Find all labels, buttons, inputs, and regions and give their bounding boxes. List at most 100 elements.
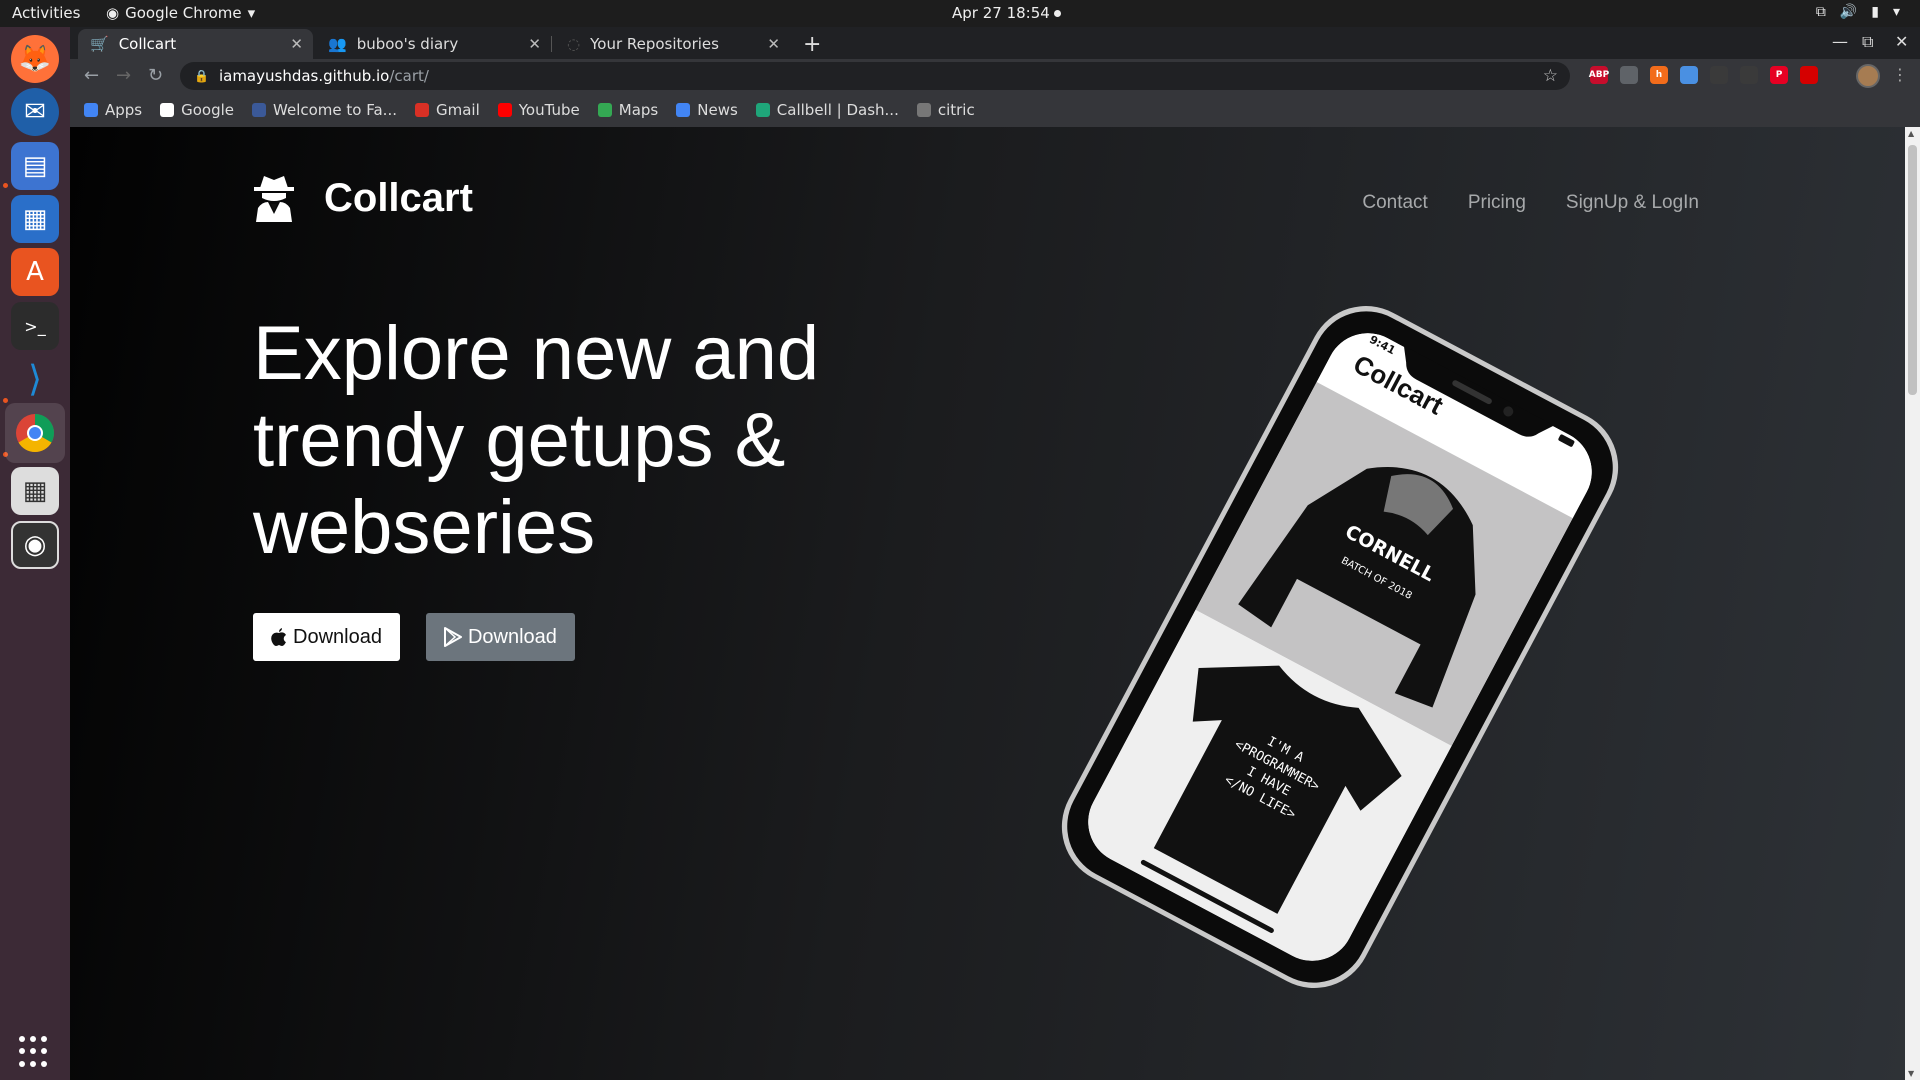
lock-icon: 🔒	[194, 69, 209, 83]
close-icon[interactable]: ✕	[290, 35, 303, 53]
app-menu-label: Google Chrome	[125, 4, 242, 22]
cloud-icon[interactable]	[1740, 66, 1758, 84]
terminal-icon[interactable]: >_	[11, 302, 59, 350]
tab-strip: 🛒 Collcart ✕ 👥 buboo's diary ✕ ◌ Your Re…	[70, 27, 1920, 59]
browser-window: 🛒 Collcart ✕ 👥 buboo's diary ✕ ◌ Your Re…	[70, 27, 1920, 1080]
hero-line: trendy getups &	[253, 398, 786, 483]
brand-name: Collcart	[324, 175, 473, 220]
clock-text: Apr 27 18:54	[952, 4, 1050, 22]
nav-contact[interactable]: Contact	[1362, 192, 1427, 214]
browser-toolbar: ← → ↻ 🔒 iamayushdas.github.io/cart/ ☆ AB…	[70, 59, 1920, 93]
bookmark-item[interactable]: Gmail	[415, 101, 480, 119]
reload-icon[interactable]: ↻	[148, 65, 163, 86]
bookmark-item[interactable]: News	[676, 101, 738, 119]
page-scrollbar[interactable]: ▲ ▼	[1905, 127, 1920, 1080]
url-host: iamayushdas.github.io	[218, 67, 390, 85]
tab-buboo[interactable]: 👥 buboo's diary ✕	[316, 29, 552, 59]
top-nav: Contact Pricing SignUp & LogIn	[1362, 192, 1699, 214]
loading-icon: ◌	[567, 35, 581, 53]
scrollbar-thumb[interactable]	[1908, 145, 1917, 395]
bookmark-item[interactable]: Apps	[84, 101, 142, 119]
close-icon[interactable]: ✕	[767, 35, 780, 53]
spy-icon	[252, 174, 296, 222]
bookmark-label: News	[697, 101, 738, 119]
hero-line: Explore new and	[253, 311, 820, 396]
globe-icon[interactable]	[1680, 66, 1698, 84]
phone-mockup: CORNELL BATCH OF 2018 I'M A <PROGRAMMER>…	[1061, 306, 1619, 988]
bookmark-label: Callbell | Dash...	[776, 101, 899, 119]
apple-icon	[271, 628, 286, 646]
writer-icon[interactable]: ▦	[11, 195, 59, 243]
tab-separator	[551, 36, 552, 52]
google-icon	[160, 103, 175, 117]
bookmark-item[interactable]: citric	[916, 101, 975, 119]
vscode-icon[interactable]: ⟩	[11, 355, 59, 403]
screenshot-icon[interactable]: ◉	[11, 521, 59, 569]
tab-repositories[interactable]: ◌ Your Repositories ✕	[555, 29, 790, 59]
bookmark-label: Maps	[618, 101, 659, 119]
close-icon[interactable]: ✕	[528, 35, 541, 53]
system-tray[interactable]: ⧉ 🔊 ▮ ▾	[1816, 4, 1900, 20]
calculator-icon[interactable]: ▦	[11, 467, 59, 515]
firefox-icon[interactable]: 🦊	[11, 35, 59, 83]
minimize-icon[interactable]: —	[1832, 32, 1848, 51]
profile-avatar[interactable]	[1856, 64, 1880, 88]
youtube-icon	[497, 103, 512, 117]
bookmark-item[interactable]: YouTube	[497, 101, 580, 119]
battery-icon: ▮	[1871, 4, 1879, 20]
volume-icon: 🔊	[1839, 4, 1858, 20]
chrome-dock-icon[interactable]	[5, 403, 65, 463]
download-label: Download	[467, 625, 557, 648]
brand-logo[interactable]: Collcart	[252, 174, 473, 222]
honey-icon[interactable]: h	[1650, 66, 1668, 84]
nav-pricing[interactable]: Pricing	[1468, 192, 1526, 214]
back-icon[interactable]: ←	[84, 65, 99, 86]
extensions-area: ABP h P	[1589, 66, 1818, 84]
nav-signup-login[interactable]: SignUp & LogIn	[1566, 192, 1699, 214]
bookmark-star-icon[interactable]: ☆	[1543, 66, 1558, 86]
react-icon[interactable]	[1710, 66, 1728, 84]
people-icon: 👥	[328, 35, 347, 53]
play-store-download-button[interactable]: Download	[425, 613, 575, 661]
menu-kebab-icon[interactable]: ⋮	[1892, 65, 1908, 84]
running-indicator	[3, 183, 8, 188]
software-center-icon[interactable]: A	[11, 248, 59, 296]
apps-grid-icon	[84, 103, 98, 117]
chrome-icon: ◉	[106, 4, 120, 22]
tray-menu-icon: ▾	[1892, 4, 1900, 20]
show-applications-icon[interactable]	[19, 1036, 51, 1068]
network-icon: ⧉	[1815, 4, 1826, 20]
reader-icon[interactable]	[1800, 66, 1818, 84]
files-icon[interactable]: ▤	[11, 142, 59, 190]
app-menu[interactable]: ◉ Google Chrome ▾	[106, 4, 255, 22]
tab-label: Your Repositories	[590, 35, 719, 53]
clock[interactable]: Apr 27 18:54	[952, 4, 1061, 22]
close-window-icon[interactable]: ✕	[1895, 32, 1908, 51]
address-bar[interactable]: 🔒 iamayushdas.github.io/cart/ ☆	[180, 62, 1570, 90]
notification-dot	[1053, 10, 1061, 17]
bookmark-item[interactable]: Welcome to Fa...	[252, 101, 397, 119]
extension-circle-icon[interactable]	[1620, 66, 1638, 84]
forward-icon[interactable]: →	[116, 65, 131, 86]
new-tab-icon[interactable]: +	[803, 32, 821, 57]
bookmark-item[interactable]: Callbell | Dash...	[755, 101, 899, 119]
scroll-up-icon[interactable]: ▲	[1908, 129, 1914, 138]
google-play-icon	[443, 627, 462, 647]
tab-collcart[interactable]: 🛒 Collcart ✕	[78, 29, 313, 59]
pinterest-icon[interactable]: P	[1770, 66, 1788, 84]
citric-icon	[916, 103, 931, 117]
bookmark-label: Google	[181, 101, 235, 119]
tab-label: Collcart	[118, 35, 177, 53]
scroll-down-icon[interactable]: ▼	[1908, 1069, 1914, 1078]
running-indicator	[3, 398, 8, 403]
tab-label: buboo's diary	[356, 35, 459, 53]
adblock-icon[interactable]: ABP	[1589, 66, 1609, 84]
bookmark-label: YouTube	[518, 101, 580, 119]
thunderbird-icon[interactable]: ✉	[11, 88, 59, 136]
bookmark-item[interactable]: Maps	[597, 101, 659, 119]
restore-icon[interactable]: ⧉	[1862, 32, 1873, 52]
bookmark-item[interactable]: Google	[160, 101, 234, 119]
app-store-download-button[interactable]: Download	[253, 613, 400, 661]
activities-button[interactable]: Activities	[12, 4, 80, 22]
maps-icon	[597, 103, 612, 117]
